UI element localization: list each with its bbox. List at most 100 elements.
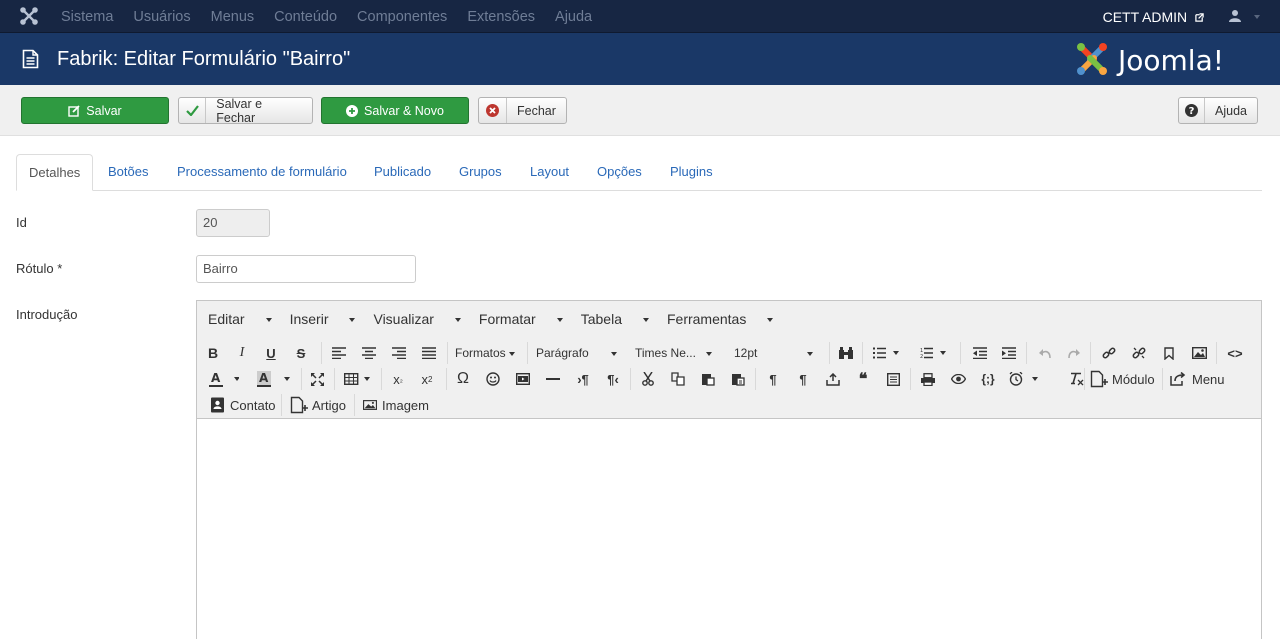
menu-editar[interactable]: Editar (208, 311, 272, 327)
link-icon[interactable] (1101, 342, 1117, 364)
preview-icon[interactable] (949, 368, 967, 390)
ltr-icon[interactable]: ›¶ (574, 368, 592, 390)
rtl-icon[interactable]: ¶‹ (604, 368, 622, 390)
svg-text:A: A (259, 371, 269, 385)
formats-dropdown[interactable]: Formatos (455, 346, 515, 360)
external-link-icon (1195, 13, 1204, 22)
block-format-dropdown[interactable]: Parágrafo (536, 346, 617, 360)
special-char-icon[interactable]: Ω (454, 368, 472, 390)
paste-text-icon[interactable] (729, 368, 747, 390)
id-field: 20 (196, 209, 270, 237)
save-close-button[interactable]: Salvar e Fechar (178, 96, 313, 125)
indent-icon[interactable] (1001, 342, 1017, 364)
code-sample-icon[interactable]: {;} (979, 368, 997, 390)
page-title: Fabrik: Editar Formulário "Bairro" (57, 48, 351, 70)
strikethrough-icon[interactable]: S (293, 342, 309, 364)
emoticons-icon[interactable] (484, 368, 502, 390)
tab-processamento[interactable]: Processamento de formulário (177, 154, 347, 191)
menu-sistema[interactable]: Sistema (61, 9, 113, 25)
user-menu-caret-icon[interactable] (1254, 15, 1260, 19)
tab-layout[interactable]: Layout (530, 154, 569, 191)
menu-formatar[interactable]: Formatar (479, 311, 563, 327)
fullscreen-icon[interactable] (309, 368, 325, 390)
tab-opcoes[interactable]: Opções (597, 154, 642, 191)
font-family-dropdown[interactable]: Times Ne... (635, 346, 712, 360)
image-button[interactable]: Imagem (363, 394, 429, 416)
print-icon[interactable] (919, 368, 937, 390)
menu-ajuda[interactable]: Ajuda (555, 9, 592, 25)
outdent-icon[interactable] (972, 342, 988, 364)
save-new-button[interactable]: Salvar & Novo (321, 97, 469, 124)
check-icon (185, 105, 199, 116)
align-justify-icon[interactable] (420, 342, 438, 364)
label-label: Rótulo * (16, 261, 63, 276)
subscript-icon[interactable]: x₂ (389, 368, 407, 390)
toolbar: Salvar Salvar e Fechar Salvar & Novo Fec… (0, 85, 1280, 136)
underline-icon[interactable]: U (263, 342, 279, 364)
superscript-icon[interactable]: x2 (418, 368, 436, 390)
contact-button[interactable]: Contato (210, 394, 276, 416)
site-link[interactable]: CETT ADMIN (1103, 9, 1204, 25)
tab-botoes[interactable]: Botões (108, 154, 148, 191)
source-code-icon[interactable]: <> (1226, 342, 1244, 364)
bookmark-icon[interactable] (1161, 342, 1177, 364)
redo-icon[interactable] (1066, 342, 1082, 364)
numbered-list-icon[interactable]: 12 (920, 342, 946, 364)
cut-icon[interactable] (639, 368, 657, 390)
joomla-icon[interactable] (20, 7, 38, 25)
align-right-icon[interactable] (390, 342, 408, 364)
close-button[interactable]: Fechar (478, 97, 567, 124)
module-button[interactable]: Módulo (1090, 368, 1156, 390)
undo-icon[interactable] (1037, 342, 1053, 364)
tab-publicado[interactable]: Publicado (374, 154, 431, 191)
menu-visualizar[interactable]: Visualizar (373, 311, 461, 327)
nonbreaking-icon[interactable]: ¶ (794, 368, 812, 390)
unlink-icon[interactable] (1131, 342, 1147, 364)
insert-time-icon[interactable] (1009, 368, 1039, 390)
save-button[interactable]: Salvar (21, 97, 169, 124)
align-center-icon[interactable] (360, 342, 378, 364)
menu-ferramentas[interactable]: Ferramentas (667, 311, 774, 327)
visual-chars-icon[interactable]: ¶ (764, 368, 782, 390)
table-icon[interactable] (344, 368, 374, 390)
tab-plugins[interactable]: Plugins (670, 154, 713, 191)
intro-editor: Editar Inserir Visualizar Formatar Tabel… (196, 300, 1262, 639)
svg-text:A: A (211, 371, 221, 385)
editor-content-area[interactable] (197, 420, 1261, 639)
blockquote-icon[interactable]: ❝ (854, 368, 872, 390)
label-field[interactable]: Bairro (196, 255, 416, 283)
media-icon[interactable] (514, 368, 532, 390)
user-icon[interactable] (1228, 9, 1242, 23)
tab-detalhes[interactable]: Detalhes (16, 154, 94, 191)
menu-usuarios[interactable]: Usuários (133, 9, 190, 25)
bold-icon[interactable]: B (205, 342, 221, 364)
text-color-icon[interactable]: A (209, 368, 239, 390)
find-replace-icon[interactable] (838, 342, 854, 364)
menu-tabela[interactable]: Tabela (581, 311, 649, 327)
tab-grupos[interactable]: Grupos (459, 154, 502, 191)
menu-componentes[interactable]: Componentes (357, 9, 447, 25)
align-left-icon[interactable] (330, 342, 348, 364)
image-icon[interactable] (1190, 342, 1208, 364)
menu-conteudo[interactable]: Conteúdo (274, 9, 337, 25)
menu-button[interactable]: Menu (1170, 368, 1228, 390)
background-color-icon[interactable]: A (257, 368, 291, 390)
svg-text:?: ? (1189, 106, 1195, 117)
paste-icon[interactable] (699, 368, 717, 390)
article-button[interactable]: Artigo (290, 394, 348, 416)
intro-label: Introdução (16, 307, 78, 322)
page-break-icon[interactable] (824, 368, 842, 390)
help-button[interactable]: ? Ajuda (1178, 97, 1258, 124)
font-size-dropdown[interactable]: 12pt (734, 346, 814, 360)
contact-label: Contato (230, 397, 276, 413)
copy-icon[interactable] (669, 368, 687, 390)
bullet-list-icon[interactable] (873, 342, 899, 364)
menu-menus[interactable]: Menus (211, 9, 255, 25)
menu-extensoes[interactable]: Extensões (467, 9, 535, 25)
form-tabs: Detalhes Botões Processamento de formulá… (16, 154, 1262, 191)
template-icon[interactable] (884, 368, 902, 390)
menu-inserir[interactable]: Inserir (290, 311, 356, 327)
save-close-label: Salvar e Fechar (216, 96, 263, 125)
italic-icon[interactable]: I (234, 342, 250, 364)
horizontal-rule-icon[interactable] (544, 368, 562, 390)
